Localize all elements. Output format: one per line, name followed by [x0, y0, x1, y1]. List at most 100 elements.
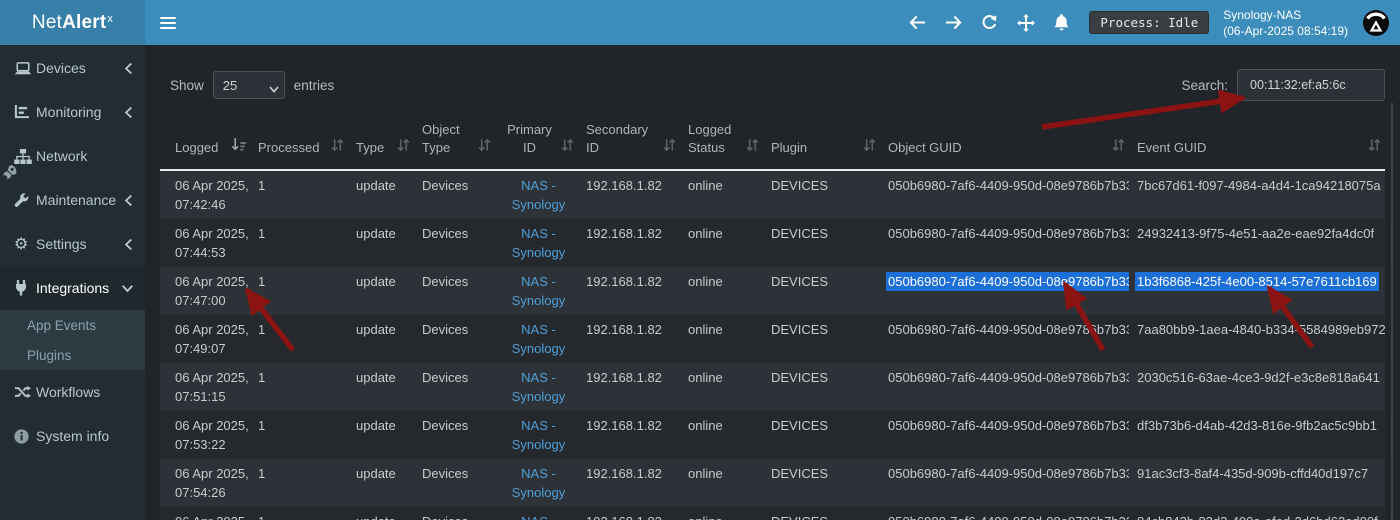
primary-id-link[interactable]: NAS -Synology — [503, 416, 574, 454]
plug-icon — [14, 280, 36, 296]
scrollbar-track[interactable] — [1391, 103, 1393, 520]
cell-logged: 06 Apr 2025,07:51:15 — [160, 363, 250, 411]
column-header-event-guid[interactable]: Event GUID — [1129, 112, 1385, 170]
brand-bold: Alert — [62, 12, 106, 34]
sidebar-item-devices[interactable]: Devices — [0, 46, 145, 90]
back-icon[interactable] — [909, 15, 926, 30]
primary-id-link[interactable]: NAS -Synology — [503, 224, 574, 262]
sidebar-item-workflows[interactable]: Workflows — [0, 370, 145, 414]
sidebar-item-maintenance[interactable]: Maintenance — [0, 178, 145, 222]
cell-processed: 1 — [250, 170, 348, 219]
laptop-icon — [14, 61, 36, 76]
gear-icon: ⚙ — [14, 236, 36, 252]
column-header-plugin[interactable]: Plugin — [763, 112, 880, 170]
sidebar-item-integrations[interactable]: Integrations — [0, 266, 145, 310]
main-content: Show 25 entries Search: LoggedProcessedT… — [145, 45, 1400, 520]
cell-event-guid: 7bc67d61-f097-4984-a4d4-1ca94218075a — [1129, 170, 1385, 219]
app-logo[interactable]: NetAlertx — [0, 0, 145, 45]
sort-icon — [1112, 138, 1125, 157]
show-label: Show — [170, 78, 204, 93]
sidebar-item-label: Integrations — [36, 280, 109, 296]
cell-secondary-id: 192.168.1.82 — [578, 267, 680, 315]
cell-processed: 1 — [250, 507, 348, 520]
column-header-primary-id[interactable]: Primary ID — [495, 112, 578, 170]
cell-logged-status: online — [680, 170, 763, 219]
sidebar-item-label: Monitoring — [36, 104, 101, 120]
sidebar-subitem-app-events[interactable]: App Events — [0, 310, 145, 340]
refresh-icon[interactable] — [981, 14, 998, 31]
primary-id-link[interactable]: NAS -Synology — [503, 464, 574, 502]
cell-logged-status: online — [680, 507, 763, 520]
cell-event-guid: df3b73b6-d4ab-42d3-816e-9fb2ac5c9bb1 — [1129, 411, 1385, 459]
chevron-left-icon — [124, 195, 133, 206]
cell-type: update — [348, 170, 414, 219]
chevron-left-icon — [124, 63, 133, 74]
primary-id-link[interactable]: NAS -Synology — [503, 272, 574, 310]
cell-plugin: DEVICES — [763, 315, 880, 363]
cell-logged-status: online — [680, 267, 763, 315]
cell-object-guid: 050b6980-7af6-4409-950d-08e9786b7b33 — [880, 219, 1129, 267]
cell-logged: 06 Apr 2025, — [160, 507, 250, 520]
sidebar-subitem-plugins[interactable]: Plugins — [0, 340, 145, 370]
cell-primary-id: NAS -Synology — [495, 507, 578, 520]
column-header-secondary-id[interactable]: Secondary ID — [578, 112, 680, 170]
cell-logged: 06 Apr 2025,07:42:46 — [160, 170, 250, 219]
primary-id-link[interactable]: NAS -Synology — [503, 368, 574, 406]
cell-type: update — [348, 267, 414, 315]
avatar[interactable] — [1362, 9, 1390, 37]
sidebar-toggle-button[interactable] — [160, 14, 176, 32]
rocket-icon[interactable] — [1, 164, 17, 187]
table-row: 06 Apr 2025,07:44:531updateDevicesNAS -S… — [160, 219, 1385, 267]
cell-event-guid: 2030c516-63ae-4ce3-9d2f-e3c8e818a641 — [1129, 363, 1385, 411]
sidebar-item-settings[interactable]: ⚙Settings — [0, 222, 145, 266]
selected-text: 1b3f6868-425f-4e00-8514-57e7611cb169 — [1135, 272, 1379, 291]
cell-secondary-id: 192.168.1.82 — [578, 459, 680, 507]
chevron-left-icon — [124, 107, 133, 118]
cell-object-guid: 050b6980-7af6-4409-950d-08e9786b7b33 — [880, 267, 1129, 315]
cell-primary-id: NAS -Synology — [495, 315, 578, 363]
sidebar-item-network[interactable]: Network — [0, 134, 145, 178]
cell-logged: 06 Apr 2025,07:47:00 — [160, 267, 250, 315]
cell-secondary-id: 192.168.1.82 — [578, 363, 680, 411]
cell-plugin: DEVICES — [763, 411, 880, 459]
cell-object-guid: 050b6980-7af6-4409-950d-08e9786b7b33 — [880, 170, 1129, 219]
table-controls: Show 25 entries Search: — [170, 70, 1385, 100]
table-row: 06 Apr 2025,07:47:001updateDevicesNAS -S… — [160, 267, 1385, 315]
column-header-type[interactable]: Type — [348, 112, 414, 170]
cell-event-guid: 84cb842b-83d2-400a-afed-3d6bd63ed00f — [1129, 507, 1385, 520]
sidebar-item-label: Devices — [36, 60, 86, 76]
cell-object-type: Devices — [414, 170, 495, 219]
events-table: LoggedProcessedTypeObject TypePrimary ID… — [160, 112, 1385, 520]
column-header-logged-status[interactable]: Logged Status — [680, 112, 763, 170]
sidebar-item-monitoring[interactable]: Monitoring — [0, 90, 145, 134]
sidebar-item-system-info[interactable]: System info — [0, 414, 145, 458]
forward-icon[interactable] — [945, 15, 962, 30]
primary-id-link[interactable]: NAS -Synology — [503, 320, 574, 358]
sidebar-item-label: Network — [36, 148, 87, 164]
cell-processed: 1 — [250, 267, 348, 315]
bell-icon[interactable] — [1054, 14, 1069, 31]
sidebar-item-label: Workflows — [36, 384, 100, 400]
sort-icon — [663, 138, 676, 157]
cell-object-type: Devices — [414, 507, 495, 520]
page-length-select[interactable]: 25 — [213, 71, 285, 99]
cell-object-type: Devices — [414, 459, 495, 507]
cell-object-guid: 050b6980-7af6-4409-950d-08e9786b7b33 — [880, 459, 1129, 507]
move-icon[interactable] — [1017, 14, 1035, 32]
info-icon — [14, 429, 36, 444]
top-bar: NetAlertx Process: — [0, 0, 1400, 45]
sidebar: DevicesMonitoringNetworkMaintenance⚙Sett… — [0, 45, 145, 520]
cell-plugin: DEVICES — [763, 219, 880, 267]
primary-id-link[interactable]: NAS -Synology — [503, 176, 574, 214]
column-header-object-guid[interactable]: Object GUID — [880, 112, 1129, 170]
sidebar-item-label: System info — [36, 428, 109, 444]
column-header-processed[interactable]: Processed — [250, 112, 348, 170]
sidebar-submenu: App EventsPlugins — [0, 310, 145, 370]
search-label: Search: — [1181, 78, 1228, 93]
sidebar-item-label: Settings — [36, 236, 87, 252]
search-input[interactable] — [1237, 69, 1385, 101]
primary-id-link[interactable]: NAS -Synology — [503, 512, 574, 520]
table-row: 06 Apr 2025,07:51:151updateDevicesNAS -S… — [160, 363, 1385, 411]
column-header-logged[interactable]: Logged — [160, 112, 250, 170]
column-header-object-type[interactable]: Object Type — [414, 112, 495, 170]
